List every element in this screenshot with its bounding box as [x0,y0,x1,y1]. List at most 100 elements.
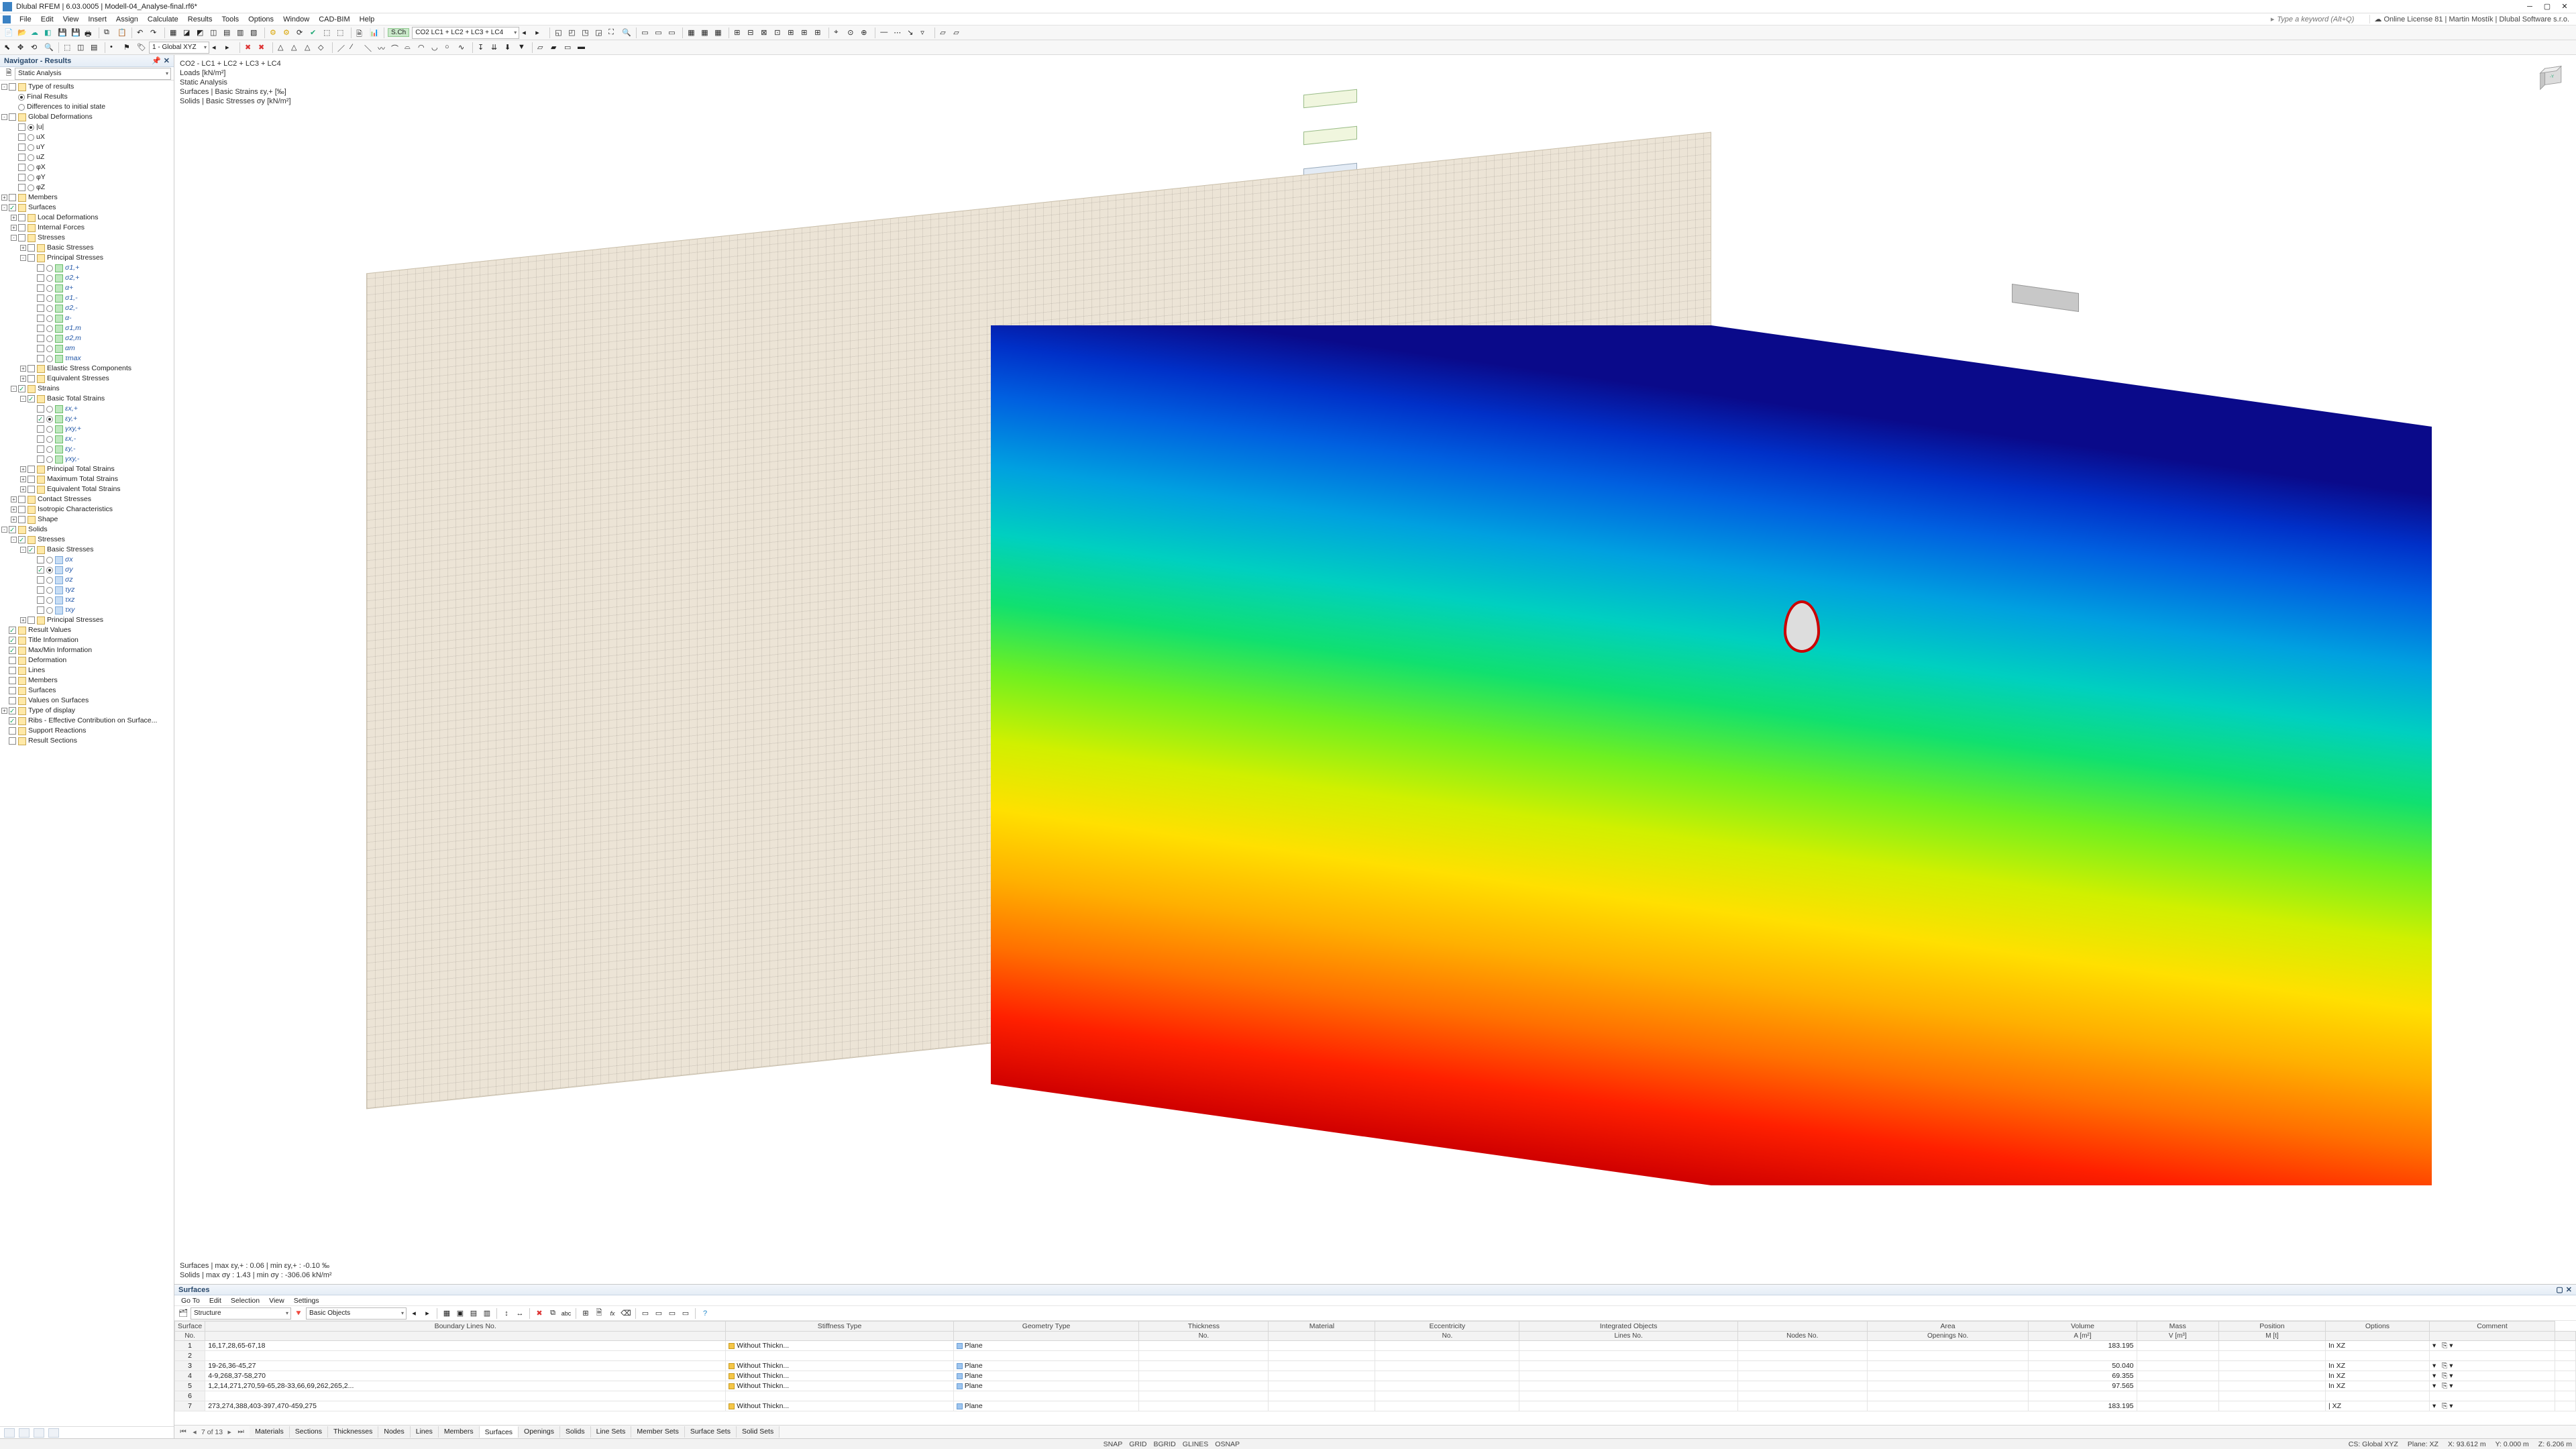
tree-checkbox[interactable] [28,486,35,493]
tree-item[interactable]: φY [1,172,174,182]
navtab-display[interactable] [19,1428,30,1438]
report-button[interactable]: 🗎 [355,27,367,39]
tree-checkbox[interactable] [37,294,44,302]
dp-combo-structure[interactable]: Structure [191,1307,291,1320]
line-2[interactable]: ⁄ [350,42,362,54]
snap-osnap[interactable]: OSNAP [1215,1440,1240,1448]
tree-radio[interactable] [46,587,53,594]
redo-button[interactable]: ↷ [149,27,161,39]
tree-radio[interactable] [28,144,34,151]
support-3[interactable]: △ [303,42,315,54]
loadcase-combo[interactable]: CO2 LC1 + LC2 + LC3 + LC4 [412,27,519,39]
minimize-button[interactable]: ─ [2525,2,2534,11]
tree-checkbox[interactable] [37,355,44,362]
tree-checkbox[interactable] [18,123,25,131]
tree-checkbox[interactable] [18,174,25,181]
arc-4[interactable]: ◡ [430,42,442,54]
tree-radio[interactable] [28,124,34,131]
view-y-button[interactable]: ◳ [580,27,592,39]
tree-item[interactable]: τyz [1,585,174,595]
tree-toggle[interactable]: - [1,205,7,211]
tree-checkbox[interactable] [18,234,25,241]
tree-checkbox[interactable] [9,737,16,745]
draw-3[interactable]: ▤ [89,42,101,54]
tree-item[interactable]: γxy,+ [1,424,174,434]
tree-checkbox[interactable] [9,707,16,714]
tree-radio[interactable] [46,325,53,332]
next-result-button[interactable]: ⬚ [335,27,347,39]
close-button[interactable]: ✕ [2560,2,2569,11]
cs-prev[interactable]: ◂ [211,42,223,54]
menu-assign[interactable]: Assign [111,15,143,24]
tree-item[interactable]: σ1,- [1,293,174,303]
snap-2[interactable]: ⊙ [846,27,858,39]
cs-next[interactable]: ▸ [224,42,236,54]
tree-checkbox[interactable] [37,274,44,282]
navtab-data[interactable] [4,1428,15,1438]
tree-item[interactable]: +Members [1,193,174,203]
tree-checkbox[interactable] [9,526,16,533]
tree-item[interactable]: φZ [1,182,174,193]
dp-e5[interactable]: ▭ [653,1307,665,1320]
tree-checkbox[interactable] [18,224,25,231]
tree-item[interactable]: εx,+ [1,404,174,414]
tree-item[interactable]: uY [1,142,174,152]
tree-toggle[interactable]: + [11,517,17,523]
section-2[interactable]: ▦ [700,27,712,39]
tree-radio[interactable] [46,567,53,574]
tree-item[interactable]: -Stresses [1,233,174,243]
tree-item[interactable]: τmax [1,354,174,364]
col-header[interactable]: Volume [2029,1322,2137,1332]
draw-1[interactable]: ⬚ [62,42,74,54]
tree-toggle[interactable]: - [20,547,26,553]
table-row[interactable]: 7273,274,388,403-397,470-459,275Without … [175,1401,2576,1411]
section-1[interactable]: ▦ [686,27,698,39]
tab-openings[interactable]: Openings [519,1426,560,1438]
tree-checkbox[interactable] [9,113,16,121]
tree-item[interactable]: +Shape [1,515,174,525]
dp-combo-objects[interactable]: Basic Objects [306,1307,407,1320]
dp-menu-view[interactable]: View [265,1297,288,1305]
tree-radio[interactable] [28,164,34,171]
col-header[interactable]: Comment [2429,1322,2555,1332]
tree-item[interactable]: -Basic Total Strains [1,394,174,404]
tree-item[interactable]: -Principal Stresses [1,253,174,263]
tree-radio[interactable] [46,275,53,282]
tree-checkbox[interactable] [9,204,16,211]
tree-item[interactable]: +Isotropic Characteristics [1,504,174,515]
nav-refresh-icon[interactable]: 🗎 [3,68,15,80]
misc-2[interactable]: ▭ [653,27,665,39]
tree-checkbox[interactable] [37,606,44,614]
tree-item[interactable]: |u| [1,122,174,132]
view-z-button[interactable]: ◲ [594,27,606,39]
tree-checkbox[interactable] [37,556,44,564]
menu-cad-bim[interactable]: CAD-BIM [314,15,354,24]
tree-checkbox[interactable] [37,566,44,574]
dp-t3[interactable]: ▤ [468,1307,480,1320]
tree-item[interactable]: -Surfaces [1,203,174,213]
view-iso-button[interactable]: ◱ [553,27,566,39]
snap-grid[interactable]: GRID [1129,1440,1146,1448]
tree-radio[interactable] [46,577,53,584]
tree-item[interactable]: +Basic Stresses [1,243,174,253]
dp-e6[interactable]: ▭ [666,1307,678,1320]
tree-checkbox[interactable] [37,405,44,413]
arc-2[interactable]: ⌓ [403,42,415,54]
rotate-button[interactable]: ⟲ [30,42,42,54]
surf-3[interactable]: ▭ [563,42,575,54]
grid-7[interactable]: ⊞ [813,27,825,39]
tree-radio[interactable] [28,174,34,181]
tree-checkbox[interactable] [9,697,16,704]
load-1[interactable]: ↧ [476,42,488,54]
tab-materials[interactable]: Materials [250,1426,290,1438]
navtab-results[interactable] [48,1428,59,1438]
support-4[interactable]: ◇ [317,42,329,54]
toggle-a[interactable]: ▥ [235,27,248,39]
arc-3[interactable]: ◠ [417,42,429,54]
tree-item[interactable]: Result Sections [1,736,174,746]
tree-item[interactable]: Members [1,676,174,686]
snap-1[interactable]: ⌖ [833,27,845,39]
surf-2[interactable]: ▰ [549,42,561,54]
tree-item[interactable]: Values on Surfaces [1,696,174,706]
tree-toggle[interactable]: + [20,486,26,492]
